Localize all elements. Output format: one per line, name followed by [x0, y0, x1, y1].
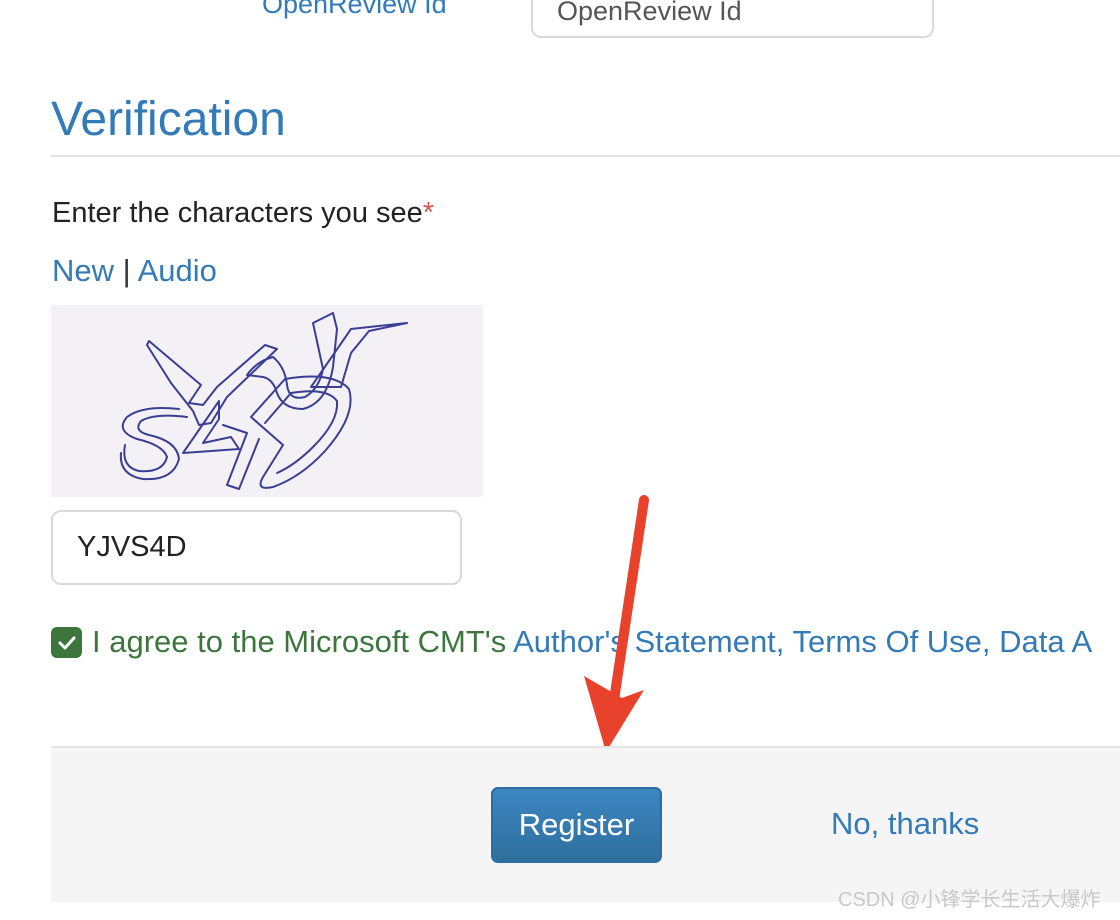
captcha-prompt-text: Enter the characters you see	[52, 197, 423, 229]
section-divider	[51, 155, 1120, 157]
openreview-id-label: OpenReview Id	[262, 0, 447, 19]
register-button[interactable]: Register	[491, 787, 662, 863]
verification-title: Verification	[51, 93, 286, 146]
no-thanks-link[interactable]: No, thanks	[831, 804, 979, 844]
captcha-prompt: Enter the characters you see*	[52, 193, 434, 233]
captcha-links: New | Audio	[52, 251, 217, 291]
agreement-row: I agree to the Microsoft CMT's Author's …	[51, 622, 1120, 662]
watermark: CSDN @小锋学长生活大爆炸	[838, 889, 1101, 911]
audio-captcha-link[interactable]: Audio	[138, 253, 217, 288]
check-icon	[58, 636, 75, 649]
agree-checkbox[interactable]	[51, 627, 82, 658]
new-captcha-link[interactable]: New	[52, 253, 114, 288]
captcha-image	[51, 305, 483, 497]
captcha-link-separator: |	[122, 253, 131, 288]
authors-statement-link[interactable]: Author's Statement, Terms Of Use, Data A	[513, 624, 1092, 659]
openreview-row: OpenReview Id	[0, 0, 1120, 60]
openreview-id-input[interactable]	[531, 0, 934, 38]
agreement-prefix: I agree to the Microsoft CMT's	[92, 624, 514, 659]
form-footer: Register No, thanks	[51, 746, 1120, 902]
agreement-text: I agree to the Microsoft CMT's Author's …	[92, 622, 1092, 662]
required-marker: *	[422, 197, 435, 229]
captcha-input[interactable]	[51, 510, 462, 585]
